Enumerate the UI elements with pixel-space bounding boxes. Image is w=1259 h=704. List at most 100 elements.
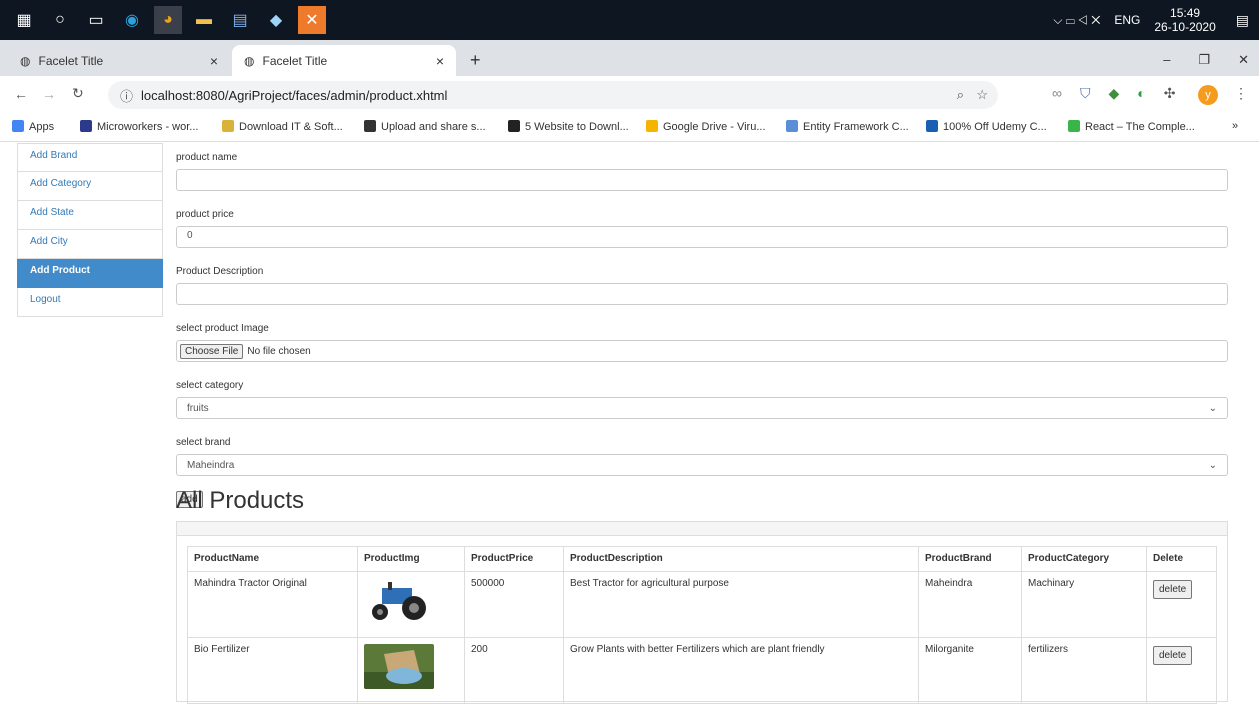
language-indicator[interactable]: ENG bbox=[1114, 13, 1140, 27]
delete-button[interactable]: delete bbox=[1153, 580, 1193, 599]
more-bookmarks-icon[interactable]: » bbox=[1232, 120, 1238, 132]
choose-file-button[interactable]: Choose File bbox=[180, 343, 244, 359]
sidebar-item-add-state[interactable]: Add State bbox=[17, 201, 163, 230]
restore-button[interactable]: ❐ bbox=[1198, 52, 1210, 68]
sidebar-item-add-brand[interactable]: Add Brand bbox=[17, 143, 163, 172]
sidebar-item-add-city[interactable]: Add City bbox=[17, 230, 163, 259]
product-brand-cell: Maheindra bbox=[918, 571, 1022, 638]
sidebar-item-add-category[interactable]: Add Category bbox=[17, 172, 163, 201]
bookmark-apps[interactable]: Apps bbox=[12, 120, 54, 133]
windows-start-icon[interactable]: ▦ bbox=[10, 6, 38, 34]
back-arrow-icon[interactable]: ← bbox=[14, 86, 28, 102]
column-header: ProductImg bbox=[357, 546, 465, 572]
url-text: localhost:8080/AgriProject/faces/admin/p… bbox=[141, 87, 448, 103]
xampp-icon[interactable]: ✕ bbox=[298, 6, 326, 34]
products-panel: ProductName ProductImg ProductPrice Prod… bbox=[176, 521, 1228, 704]
table-row: Mahindra Tractor Original 500000 Best Tr… bbox=[187, 571, 1217, 638]
extension-icon-2[interactable]: ◆ bbox=[1108, 85, 1119, 102]
notepad-icon[interactable]: ▤ bbox=[226, 6, 254, 34]
product-description-input[interactable] bbox=[176, 283, 1228, 305]
products-table: ProductName ProductImg ProductPrice Prod… bbox=[187, 546, 1217, 704]
react-course-icon bbox=[1068, 120, 1080, 132]
browser-menu-icon[interactable]: ⋮ bbox=[1234, 85, 1248, 102]
product-price-input[interactable]: 0 bbox=[176, 226, 1228, 248]
extensions-puzzle-icon[interactable]: ✣ bbox=[1164, 85, 1176, 102]
bookmark-star-icon[interactable]: ☆ bbox=[976, 87, 988, 103]
evernote-icon[interactable]: ◐ bbox=[1137, 85, 1145, 102]
category-select[interactable]: fruits ⌄ bbox=[176, 397, 1228, 419]
download-icon bbox=[222, 120, 234, 132]
sidebar-item-logout[interactable]: Logout bbox=[17, 288, 163, 317]
product-description-cell: Grow Plants with better Fertilizers whic… bbox=[563, 637, 919, 704]
bookmark-google-drive[interactable]: Google Drive - Viru... bbox=[646, 120, 766, 133]
reload-icon[interactable]: ↻ bbox=[72, 85, 84, 102]
bookmark-label: 100% Off Udemy C... bbox=[943, 121, 1047, 133]
s-icon bbox=[508, 120, 520, 132]
column-header: ProductName bbox=[187, 546, 358, 572]
delete-cell: delete bbox=[1146, 637, 1217, 704]
task-view-icon[interactable]: ▭ bbox=[82, 6, 110, 34]
no-file-chosen-text: No file chosen bbox=[247, 345, 311, 357]
product-image-file-input[interactable]: Choose File No file chosen bbox=[176, 340, 1228, 362]
bookmark-label: Google Drive - Viru... bbox=[663, 121, 766, 133]
delete-button[interactable]: delete bbox=[1153, 646, 1193, 665]
all-products-heading: All Products bbox=[176, 487, 305, 514]
product-description-label: Product Description bbox=[176, 266, 264, 277]
bookmark-entity-framework[interactable]: Entity Framework C... bbox=[786, 120, 909, 133]
product-category-cell: Machinary bbox=[1021, 571, 1147, 638]
close-tab-icon[interactable]: × bbox=[436, 53, 444, 69]
udemy-icon bbox=[926, 120, 938, 132]
bookmark-label: Apps bbox=[29, 121, 55, 133]
bookmarks-bar: Apps Microworkers - wor... Download IT &… bbox=[0, 114, 1259, 142]
product-brand-cell: Milorganite bbox=[918, 637, 1022, 704]
new-tab-button[interactable]: + bbox=[458, 45, 493, 76]
search-circle-icon[interactable]: ○ bbox=[46, 6, 74, 34]
file-explorer-icon[interactable]: ▬ bbox=[190, 6, 218, 34]
admin-sidebar: Add Brand Add Category Add State Add Cit… bbox=[17, 143, 163, 317]
telegram-icon[interactable]: ◉ bbox=[118, 6, 146, 34]
panel-heading bbox=[177, 522, 1227, 536]
minimize-button[interactable]: – bbox=[1163, 52, 1170, 68]
chrome-icon[interactable]: ◕ bbox=[154, 6, 182, 34]
tab-facelet-title-1[interactable]: ◍ Facelet Title × bbox=[8, 45, 230, 76]
bookmark-react[interactable]: React – The Comple... bbox=[1068, 120, 1195, 133]
table-header-row: ProductName ProductImg ProductPrice Prod… bbox=[187, 546, 1217, 572]
notification-icon[interactable]: ▤ bbox=[1236, 12, 1249, 29]
close-window-button[interactable]: ✕ bbox=[1238, 52, 1249, 68]
category-label: select category bbox=[176, 380, 244, 391]
forward-arrow-icon[interactable]: → bbox=[42, 86, 56, 102]
product-image-cell bbox=[357, 637, 465, 704]
bookmark-udemy[interactable]: 100% Off Udemy C... bbox=[926, 120, 1047, 133]
column-header: ProductBrand bbox=[918, 546, 1022, 572]
brand-label: select brand bbox=[176, 437, 231, 448]
bookmark-5-website[interactable]: 5 Website to Downl... bbox=[508, 120, 629, 133]
product-price-cell: 200 bbox=[464, 637, 564, 704]
extension-shield-icon[interactable]: ⛉ bbox=[1080, 85, 1091, 102]
category-selected-value: fruits bbox=[187, 402, 209, 414]
bookmark-upload-share[interactable]: Upload and share s... bbox=[364, 120, 486, 133]
bookmark-label: Entity Framework C... bbox=[803, 121, 909, 133]
brand-select[interactable]: Maheindra ⌄ bbox=[176, 454, 1228, 476]
browser-tab-strip: ◍ Facelet Title × ◍ Facelet Title × + – … bbox=[0, 40, 1259, 76]
url-field[interactable]: ⓘ localhost:8080/AgriProject/faces/admin… bbox=[108, 81, 998, 109]
bookmark-label: Microworkers - wor... bbox=[97, 121, 199, 133]
clock-date: 26-10-2020 bbox=[1154, 20, 1216, 34]
bookmark-microworkers[interactable]: Microworkers - wor... bbox=[80, 120, 198, 133]
fertilizer-image bbox=[364, 644, 434, 689]
clock[interactable]: 15:49 26-10-2020 bbox=[1154, 6, 1215, 34]
bookmark-download-it[interactable]: Download IT & Soft... bbox=[222, 120, 343, 133]
sidebar-item-add-product[interactable]: Add Product bbox=[17, 259, 163, 288]
system-tray-icons[interactable]: ⌵ ▭ ◁ ✕ bbox=[1053, 13, 1100, 28]
bookmark-label: Download IT & Soft... bbox=[239, 121, 343, 133]
close-tab-icon[interactable]: × bbox=[210, 53, 218, 69]
globe-icon: ◍ bbox=[244, 53, 255, 68]
product-image-cell bbox=[357, 571, 465, 638]
extension-icon-1[interactable]: ∞ bbox=[1052, 85, 1062, 102]
zoom-icon[interactable]: ⌕ bbox=[957, 87, 964, 103]
tab-facelet-title-2[interactable]: ◍ Facelet Title × bbox=[232, 45, 456, 76]
virtualbox-icon[interactable]: ◆ bbox=[262, 6, 290, 34]
apps-grid-icon bbox=[12, 120, 24, 132]
product-image-label: select product Image bbox=[176, 323, 269, 334]
product-name-input[interactable] bbox=[176, 169, 1228, 191]
profile-avatar[interactable]: y bbox=[1198, 85, 1218, 105]
